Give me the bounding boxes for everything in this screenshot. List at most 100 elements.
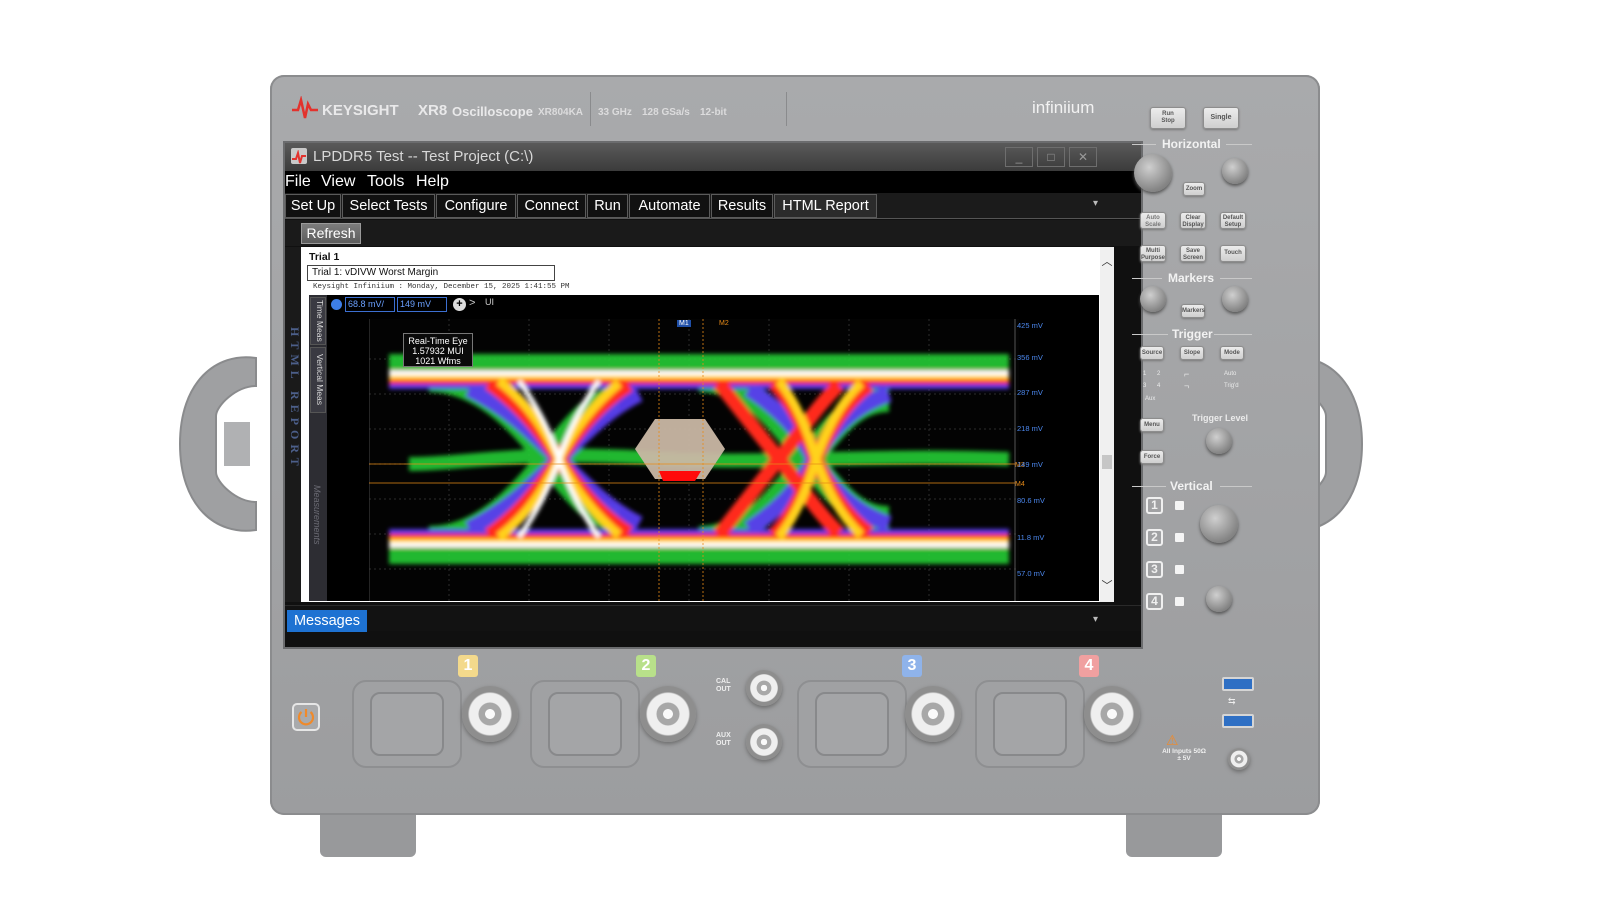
multi-purpose-button[interactable]: Multi Purpose [1140, 245, 1166, 262]
marker-m2-label[interactable]: M2 [719, 320, 729, 327]
vertical-scale-field[interactable]: 68.8 mV/ [345, 297, 395, 312]
tab-time-meas[interactable]: Time Meas [310, 297, 326, 345]
marker-m4-label[interactable]: M4 [1015, 481, 1025, 488]
usb-port-2[interactable] [1222, 714, 1254, 728]
tab-select-tests[interactable]: Select Tests [342, 194, 435, 218]
minimize-button[interactable]: _ [1005, 147, 1033, 167]
add-icon[interactable]: + [453, 298, 466, 311]
tab-bar: Set Up Select Tests Configure Connect Ru… [285, 193, 1141, 219]
menu-view[interactable]: View [321, 173, 355, 191]
probe-interface-1 [352, 680, 462, 768]
menu-help[interactable]: Help [416, 173, 449, 191]
menu-file[interactable]: File [285, 173, 311, 191]
marker-m1-label[interactable]: M1 [677, 320, 691, 327]
y-axis-label: 11.8 mV [1017, 533, 1045, 542]
channel-3-dot-icon [331, 299, 342, 310]
menu-tools[interactable]: Tools [367, 173, 404, 191]
channel-3-connector[interactable] [905, 686, 961, 742]
ui-unit-label: UI [485, 297, 494, 307]
tab-connect[interactable]: Connect [517, 194, 586, 218]
report-scrollbar[interactable]: ︿ ﹀ [1100, 247, 1114, 602]
y-axis-label: 425 mV [1017, 321, 1043, 330]
tooltip-eye-width: 1.57932 MUI [412, 346, 464, 356]
force-trigger-button[interactable]: Force [1140, 450, 1164, 464]
divider [1226, 144, 1252, 145]
channel-1-connector[interactable] [462, 686, 518, 742]
app-window: LPDDR5 Test -- Test Project (C:\) _ □ ✕ … [283, 141, 1143, 649]
channel-4-connector[interactable] [1084, 686, 1140, 742]
tab-results[interactable]: Results [711, 194, 773, 218]
source-1-label: 1 [1143, 371, 1147, 377]
save-screen-button[interactable]: Save Screen [1180, 245, 1206, 262]
trigger-source-button[interactable]: Source [1140, 346, 1164, 360]
markers-button[interactable]: Markers [1181, 304, 1205, 318]
trigger-level-knob[interactable] [1206, 428, 1232, 454]
vertical-scale-knob[interactable] [1200, 505, 1238, 543]
markers-heading: Markers [1168, 271, 1215, 285]
power-button[interactable] [292, 703, 320, 731]
channel-2-button[interactable]: 2 [1146, 529, 1163, 546]
window-title: LPDDR5 Test -- Test Project (C:\) [313, 148, 534, 165]
horizontal-scale-knob[interactable] [1134, 154, 1172, 192]
channel-3-indicator [1175, 565, 1184, 574]
warning-icon: ⚠ [1166, 732, 1179, 748]
channel-3-button[interactable]: 3 [1146, 561, 1163, 578]
scroll-down-icon[interactable]: ﹀ [1101, 577, 1113, 593]
usb-port-1[interactable] [1222, 677, 1254, 691]
clear-display-button[interactable]: Clear Display [1180, 212, 1206, 229]
tab-set-up[interactable]: Set Up [285, 194, 341, 218]
messages-tab[interactable]: Messages [287, 610, 367, 632]
trigger-slope-button[interactable]: Slope [1180, 346, 1204, 360]
usb-icon: ⇆ [1228, 696, 1236, 706]
tab-vertical-meas[interactable]: Vertical Meas [310, 347, 326, 413]
zoom-button[interactable]: Zoom [1183, 182, 1205, 196]
channel-4-button[interactable]: 4 [1146, 593, 1163, 610]
marker-2-knob[interactable] [1222, 286, 1248, 312]
capture-timestamp: Keysight Infiniium : Monday, December 15… [313, 283, 570, 291]
messages-dropdown-icon[interactable]: ▾ [1093, 614, 1098, 625]
run-stop-button[interactable]: Run Stop [1150, 107, 1186, 129]
spec-bandwidth: 33 GHz [598, 107, 632, 118]
measurement-side-tabs: Time Meas Vertical Meas Measurements [309, 295, 327, 601]
source-3-label: 3 [1143, 383, 1147, 389]
scroll-up-icon[interactable]: ︿ [1101, 253, 1113, 269]
y-axis-label: 356 mV [1017, 353, 1043, 362]
divider [1214, 334, 1252, 335]
trigger-mode-button[interactable]: Mode [1220, 346, 1244, 360]
channel-2-connector[interactable] [640, 686, 696, 742]
ground-terminal[interactable] [1228, 748, 1250, 770]
tab-dropdown-icon[interactable]: ▾ [1093, 198, 1098, 209]
probe-interface-3 [797, 680, 907, 768]
tab-run[interactable]: Run [587, 194, 628, 218]
vertical-offset-field[interactable]: 149 mV [397, 297, 447, 312]
tab-automate[interactable]: Automate [629, 194, 710, 218]
close-button[interactable]: ✕ [1069, 147, 1097, 167]
horizontal-position-knob[interactable] [1222, 158, 1248, 184]
divider [1132, 486, 1166, 487]
vertical-offset-knob[interactable] [1206, 586, 1232, 612]
trial-title-box: Trial 1: vDIVW Worst Margin [307, 265, 555, 281]
chevron-right-icon[interactable]: > [469, 297, 475, 309]
divider [590, 92, 591, 126]
falling-edge-icon: ¬ [1184, 381, 1190, 391]
single-button[interactable]: Single [1203, 107, 1239, 129]
cal-out-connector[interactable] [746, 670, 782, 706]
spec-sample-rate: 128 GSa/s [642, 107, 690, 118]
aux-out-connector[interactable] [746, 724, 782, 760]
cal-out-label: CAL OUT [716, 678, 731, 693]
default-setup-button[interactable]: Default Setup [1220, 212, 1246, 229]
channel-1-indicator [1175, 501, 1184, 510]
marker-1-knob[interactable] [1140, 286, 1166, 312]
tab-configure[interactable]: Configure [436, 194, 516, 218]
touch-button[interactable]: Touch [1220, 245, 1246, 262]
maximize-button[interactable]: □ [1037, 147, 1065, 167]
eye-diagram-plot [369, 319, 1019, 601]
refresh-button[interactable]: Refresh [301, 223, 361, 244]
trigger-menu-button[interactable]: Menu [1140, 418, 1164, 432]
scroll-thumb[interactable] [1102, 455, 1112, 469]
tab-html-report[interactable]: HTML Report [774, 194, 877, 218]
channel-1-button[interactable]: 1 [1146, 497, 1163, 514]
source-2-label: 2 [1157, 371, 1161, 377]
auto-scale-button[interactable]: Auto Scale [1140, 212, 1166, 229]
report-toolbar: Refresh [285, 220, 1141, 246]
